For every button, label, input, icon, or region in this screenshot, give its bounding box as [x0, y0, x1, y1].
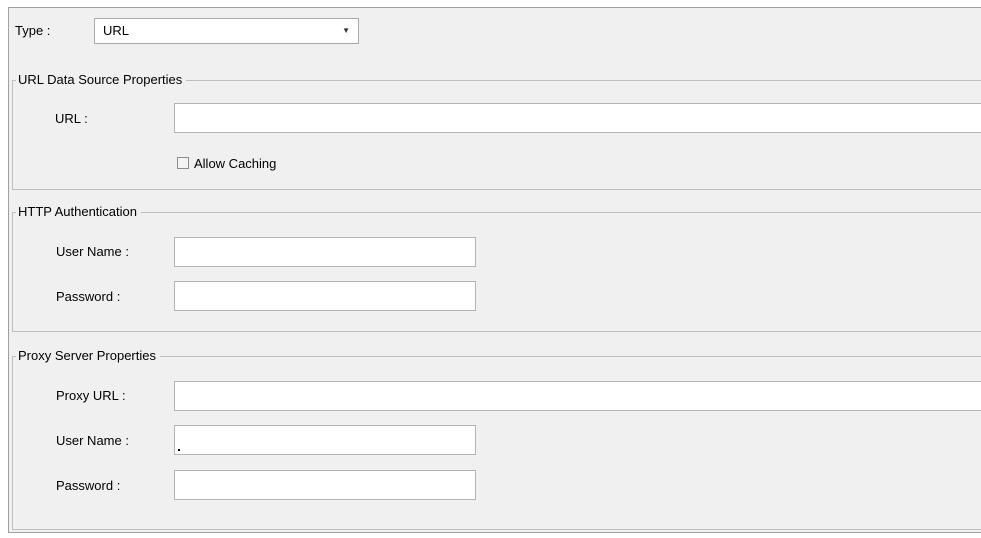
proxy-username-label: User Name :: [56, 433, 129, 448]
http-password-input[interactable]: [174, 281, 476, 311]
http-auth-legend: HTTP Authentication: [16, 204, 141, 220]
proxy-url-label: Proxy URL :: [56, 388, 126, 403]
http-auth-group: HTTP Authentication: [12, 204, 981, 332]
text-cursor: [178, 449, 180, 451]
chevron-down-icon: ▼: [342, 26, 350, 35]
http-username-label: User Name :: [56, 244, 129, 259]
allow-caching-checkbox[interactable]: [177, 157, 189, 169]
url-input[interactable]: [174, 103, 981, 133]
http-password-label: Password :: [56, 289, 121, 304]
proxy-password-input[interactable]: [174, 470, 476, 500]
proxy-url-input[interactable]: [174, 381, 981, 411]
proxy-legend: Proxy Server Properties: [16, 348, 160, 364]
allow-caching-label: Allow Caching: [194, 156, 277, 171]
url-source-group: URL Data Source Properties: [12, 72, 981, 190]
url-source-legend: URL Data Source Properties: [16, 72, 187, 88]
proxy-username-input[interactable]: [174, 425, 476, 455]
proxy-password-label: Password :: [56, 478, 121, 493]
url-label: URL :: [55, 111, 88, 126]
type-label: Type :: [15, 23, 51, 38]
http-username-input[interactable]: [174, 237, 476, 267]
type-dropdown[interactable]: URL ▼: [94, 18, 359, 44]
type-dropdown-value: URL: [103, 23, 130, 38]
